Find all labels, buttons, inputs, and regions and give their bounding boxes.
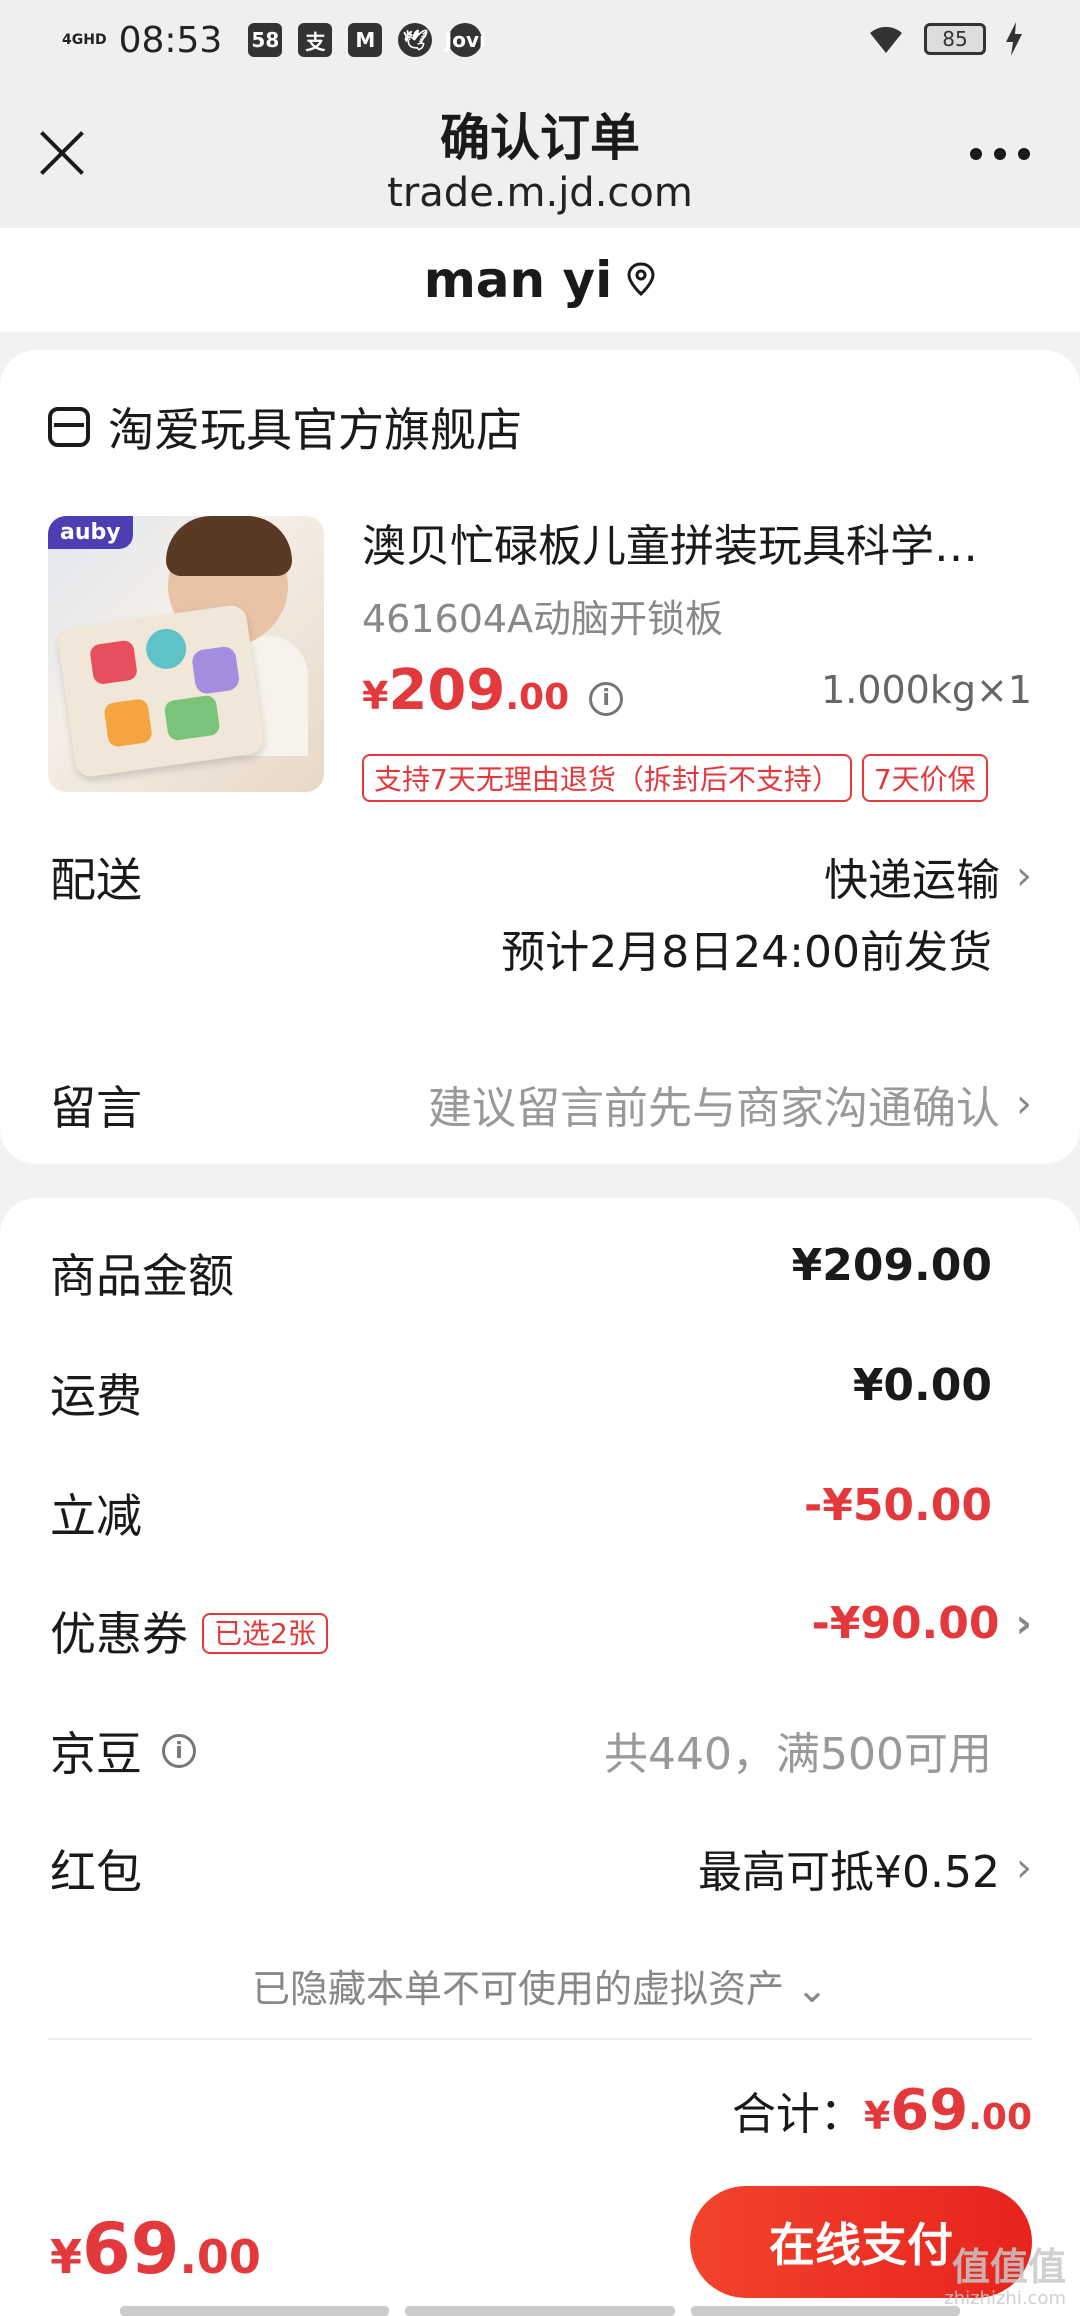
dot-icon [1018,148,1030,160]
redpacket-label: 红包 [50,1845,142,1899]
weight-quantity: 1.000kg×1 [821,668,1032,712]
chevron-down-icon: ⌄ [796,1967,828,2011]
status-bar: 4GHD 08:53 58 支 M 🕊 Jovi 85 [0,0,1080,80]
shop-name: 淘爱玩具官方旗舰店 [108,403,522,457]
product-price: ¥ 209 .00 i [362,658,624,723]
goods-amount-value: ¥209.00 [791,1240,992,1291]
app-m-icon: M [348,23,383,57]
chevron-right-icon: › [1016,853,1032,899]
notification-icons: 58 支 M 🕊 Jovi [248,23,486,57]
divider [48,2038,1032,2040]
brand-logo: auby [48,516,133,549]
location-pin-icon [627,262,655,297]
coupon-label: 优惠券 已选2张 [50,1598,328,1664]
bird-icon: 🕊 [398,23,433,57]
more-options-button[interactable] [970,148,1030,160]
total-amount: ¥ 69 .00 [863,2078,1032,2143]
recipient-name: man yi [423,251,613,309]
freight-value: ¥0.00 [852,1360,992,1411]
price-info-icon[interactable]: i [589,681,624,716]
order-item-card: 淘爱玩具官方旗舰店 auby 澳贝忙碌板儿童拼装玩具科学… 461604A动脑开… [0,350,1080,1164]
status-left: 4GHD 08:53 58 支 M 🕊 Jovi [62,19,486,61]
delivery-estimate: 预计2月8日24:00前发货 [501,927,992,978]
product-image[interactable]: auby [48,516,324,792]
message-label: 留言 [50,1081,142,1135]
coupon-value[interactable]: -¥90.00 › [811,1598,1032,1649]
checkout-bar: ¥ 69 .00 在线支付 [0,2168,1080,2316]
chevron-right-icon: › [1016,1081,1032,1127]
store-icon [48,407,90,447]
hidden-assets-toggle[interactable]: 已隐藏本单不可使用的虚拟资产 ⌄ [0,1958,1080,2013]
total-label: 合计： [731,2089,864,2140]
chevron-right-icon: › [1016,1845,1032,1891]
checkout-price: ¥ 69 .00 [50,2208,261,2290]
battery-icon: 85 [924,23,986,55]
address-selector[interactable]: man yi [0,228,1080,332]
coupon-count-badge: 已选2张 [202,1612,328,1654]
page-url: trade.m.jd.com [387,170,693,216]
goods-amount-label: 商品金额 [50,1249,234,1303]
page-title: 确认订单 [440,109,640,167]
jovi-icon: Jovi [445,23,486,57]
product-title[interactable]: 澳贝忙碌板儿童拼装玩具科学… [362,510,1032,574]
chevron-right-icon: › [1015,1600,1032,1647]
discount-label: 立减 [50,1489,142,1543]
freight-label: 运费 [50,1369,142,1423]
watermark: 值值值 [951,2245,1066,2289]
charging-icon [1006,22,1022,56]
network-indicator: 4GHD [62,32,107,48]
order-total: 合计： ¥ 69 .00 [732,2078,1032,2143]
redpacket-value[interactable]: 最高可抵¥0.52 › [698,1836,1032,1900]
jingdou-info-icon[interactable]: i [162,1734,196,1768]
discount-value: -¥50.00 [803,1480,992,1531]
product-spec: 461604A动脑开锁板 [362,597,724,641]
alipay-icon: 支 [298,23,333,57]
nav-bar: 确认订单 trade.m.jd.com [0,80,1080,228]
app-58-icon: 58 [248,23,283,57]
wifi-icon [870,26,902,53]
return-policy-tag: 支持7天无理由退货（拆封后不支持） [362,754,852,802]
watermark-url: zhizhizhi.com [944,2288,1066,2309]
price-summary-card: 商品金额 ¥209.00 运费 ¥0.00 立减 -¥50.00 优惠券 已选2张… [0,1198,1080,2198]
dot-icon [994,148,1006,160]
shop-header[interactable]: 淘爱玩具官方旗舰店 [48,394,522,460]
message-input[interactable]: 建议留言前先与商家沟通确认 › [428,1072,1032,1136]
home-indicator[interactable] [120,2306,960,2316]
price-protect-tag: 7天价保 [861,754,988,802]
dot-icon [970,148,982,160]
status-time: 08:53 [118,19,223,61]
service-tags: 支持7天无理由退货（拆封后不支持） 7天价保 [362,754,988,802]
delivery-method[interactable]: 快递运输 › [824,844,1032,908]
delivery-label: 配送 [50,853,142,907]
status-right: 85 [866,22,1024,56]
jingdou-value: 共440，满500可用 [604,1729,992,1780]
jingdou-label: 京豆 i [50,1718,196,1784]
